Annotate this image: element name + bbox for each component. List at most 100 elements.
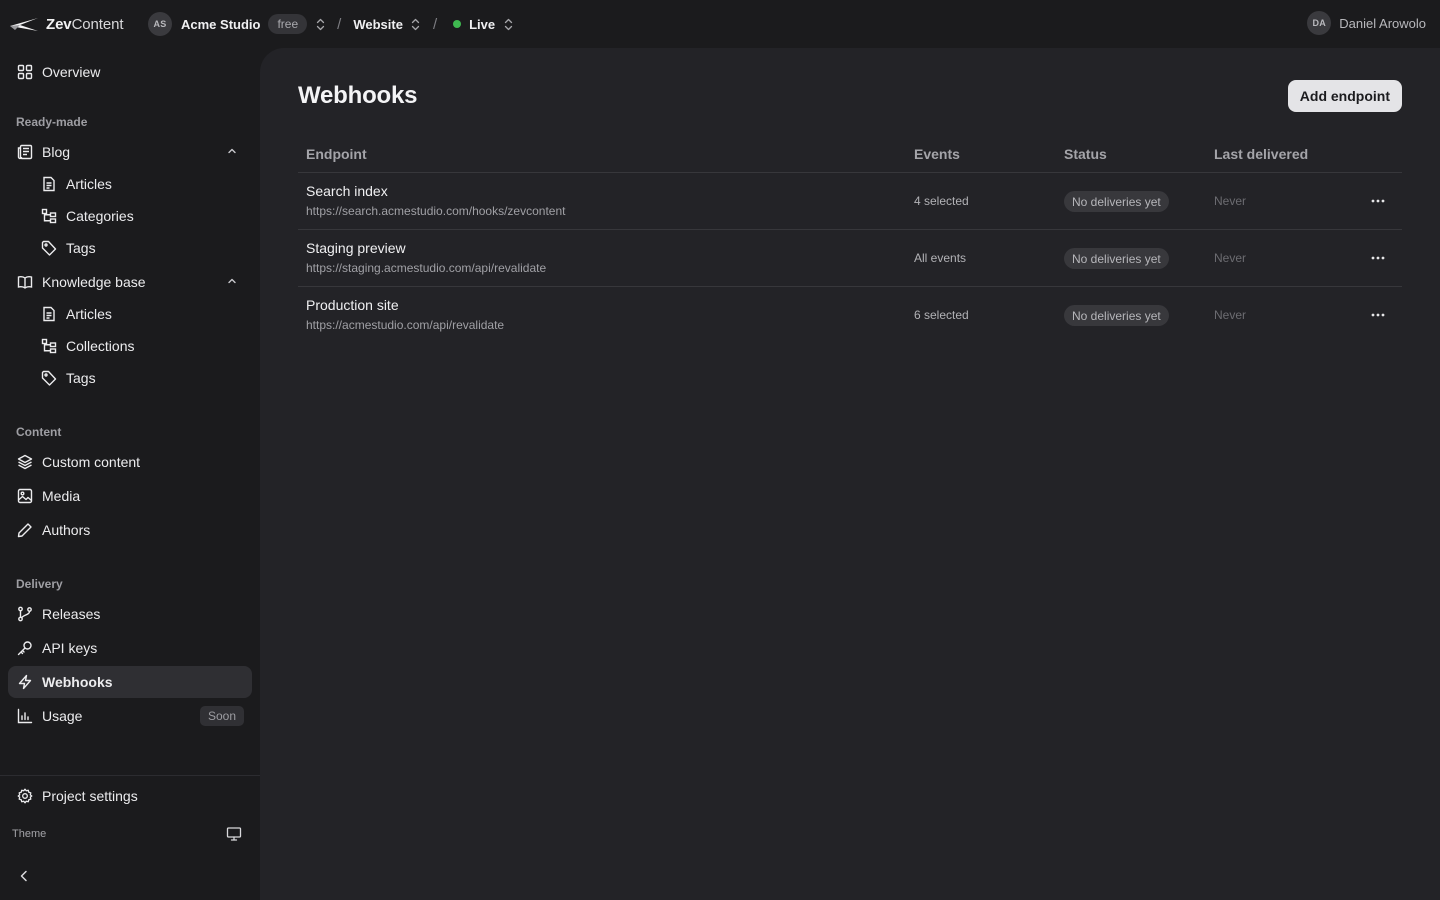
environment-switcher-icon[interactable] — [503, 17, 513, 31]
more-options-icon[interactable] — [1368, 248, 1388, 268]
brand-logo[interactable]: ZevContent — [8, 12, 124, 36]
endpoint-url: https://search.acmestudio.com/hooks/zevc… — [306, 204, 566, 218]
last-delivered: Never — [1214, 194, 1247, 208]
section-label-content: Content — [16, 425, 62, 439]
key-icon — [16, 640, 33, 657]
sidebar-item-label: Webhooks — [42, 674, 113, 690]
table-row[interactable]: Staging preview https://staging.acmestud… — [298, 230, 1402, 287]
endpoint-url: https://acmestudio.com/api/revalidate — [306, 318, 505, 332]
sidebar-item-blog[interactable]: Blog — [8, 136, 252, 168]
more-options-icon[interactable] — [1368, 191, 1388, 211]
sidebar-item-kb-tags[interactable]: Tags — [32, 362, 252, 394]
last-delivered: Never — [1214, 308, 1247, 322]
status-badge: No deliveries yet — [1064, 248, 1169, 269]
lightning-icon — [16, 674, 33, 691]
table-header: Endpoint Events Status Last delivered — [298, 136, 1402, 173]
sidebar-item-label: Categories — [66, 208, 134, 224]
sidebar-item-label: Tags — [66, 240, 96, 256]
table-row[interactable]: Production site https://acmestudio.com/a… — [298, 287, 1402, 344]
document-icon — [40, 176, 57, 193]
book-open-icon — [16, 274, 33, 291]
status-badge: No deliveries yet — [1064, 305, 1169, 326]
sidebar-item-project-settings[interactable]: Project settings — [8, 780, 252, 812]
image-icon — [16, 488, 33, 505]
grid-icon — [16, 64, 33, 81]
breadcrumb: AS Acme Studio free / Website / Live — [148, 11, 513, 37]
sidebar-item-label: Tags — [66, 370, 96, 386]
sidebar-item-blog-categories[interactable]: Categories — [32, 200, 252, 232]
column-header-last-delivered: Last delivered — [1214, 146, 1309, 162]
endpoint-url: https://staging.acmestudio.com/api/reval… — [306, 261, 547, 275]
sidebar-item-label: Knowledge base — [42, 274, 146, 290]
sidebar-item-label: Project settings — [42, 788, 138, 804]
plan-badge: free — [268, 14, 308, 34]
logo-icon — [10, 18, 38, 31]
sidebar: Overview Ready-made Blog Articles Catego… — [0, 48, 260, 900]
page-title: Webhooks — [298, 82, 418, 109]
sidebar-item-blog-tags[interactable]: Tags — [32, 232, 252, 264]
sidebar-item-label: API keys — [42, 640, 98, 656]
sidebar-item-kb-articles[interactable]: Articles — [32, 298, 252, 330]
more-options-icon[interactable] — [1368, 305, 1388, 325]
git-branch-icon — [16, 606, 33, 623]
tag-icon — [40, 240, 57, 257]
brand-name: ZevContent — [46, 15, 124, 33]
add-endpoint-button[interactable]: Add endpoint — [1287, 80, 1402, 112]
endpoint-name: Production site — [306, 297, 399, 313]
sidebar-item-api-keys[interactable]: API keys — [8, 632, 252, 664]
hierarchy-icon — [40, 208, 57, 225]
sidebar-item-label: Overview — [42, 64, 101, 80]
project-name[interactable]: Website — [353, 17, 403, 32]
sidebar-item-label: Articles — [66, 306, 112, 322]
chevron-up-icon[interactable] — [226, 145, 238, 157]
soon-badge: Soon — [199, 706, 244, 726]
sidebar-item-webhooks[interactable]: Webhooks — [8, 666, 252, 698]
main-panel: Webhooks Add endpoint Endpoint Events St… — [260, 48, 1440, 900]
sidebar-item-label: Releases — [42, 606, 101, 622]
sidebar-item-label: Authors — [42, 522, 91, 538]
newspaper-icon — [16, 144, 33, 161]
sidebar-item-label: Collections — [66, 338, 135, 354]
sidebar-item-kb-collections[interactable]: Collections — [32, 330, 252, 362]
last-delivered: Never — [1214, 251, 1247, 265]
sidebar-item-blog-articles[interactable]: Articles — [32, 168, 252, 200]
chevron-up-icon[interactable] — [226, 275, 238, 287]
tag-icon — [40, 370, 57, 387]
project-switcher-icon[interactable] — [411, 17, 421, 31]
breadcrumb-separator: / — [337, 15, 342, 33]
status-badge: No deliveries yet — [1064, 191, 1169, 212]
org-avatar: AS — [148, 12, 172, 36]
column-header-endpoint: Endpoint — [306, 146, 367, 162]
gear-icon — [16, 788, 33, 805]
org-switcher-icon[interactable] — [315, 17, 325, 31]
webhooks-table: Endpoint Events Status Last delivered Se… — [298, 136, 1402, 344]
monitor-icon[interactable] — [226, 826, 242, 842]
user-name: Daniel Arowolo — [1339, 15, 1426, 31]
bar-chart-icon — [16, 708, 33, 725]
layers-icon — [16, 454, 33, 471]
sidebar-item-overview[interactable]: Overview — [8, 56, 252, 88]
sidebar-item-releases[interactable]: Releases — [8, 598, 252, 630]
section-label-ready-made: Ready-made — [16, 115, 88, 129]
breadcrumb-separator: / — [432, 15, 438, 33]
hierarchy-icon — [40, 338, 57, 355]
sidebar-divider — [0, 775, 260, 776]
top-bar: ZevContent AS Acme Studio free / Website… — [0, 0, 1440, 48]
events-summary: 6 selected — [914, 308, 969, 322]
environment-status-dot — [453, 20, 462, 28]
user-menu[interactable]: DA Daniel Arowolo — [1307, 11, 1426, 35]
collapse-sidebar-icon[interactable] — [16, 868, 32, 884]
events-summary: 4 selected — [914, 194, 969, 208]
sidebar-item-authors[interactable]: Authors — [8, 514, 252, 546]
org-name[interactable]: Acme Studio — [181, 17, 260, 32]
sidebar-item-label: Blog — [42, 144, 71, 160]
sidebar-item-label: Usage — [42, 708, 83, 724]
environment-name[interactable]: Live — [469, 17, 495, 32]
sidebar-item-media[interactable]: Media — [8, 480, 252, 512]
sidebar-item-custom-content[interactable]: Custom content — [8, 446, 252, 478]
endpoint-name: Staging preview — [306, 240, 406, 256]
sidebar-item-usage[interactable]: Usage Soon — [8, 700, 252, 732]
theme-label: Theme — [12, 828, 47, 840]
sidebar-item-knowledge-base[interactable]: Knowledge base — [8, 266, 252, 298]
table-row[interactable]: Search index https://search.acmestudio.c… — [298, 173, 1402, 230]
